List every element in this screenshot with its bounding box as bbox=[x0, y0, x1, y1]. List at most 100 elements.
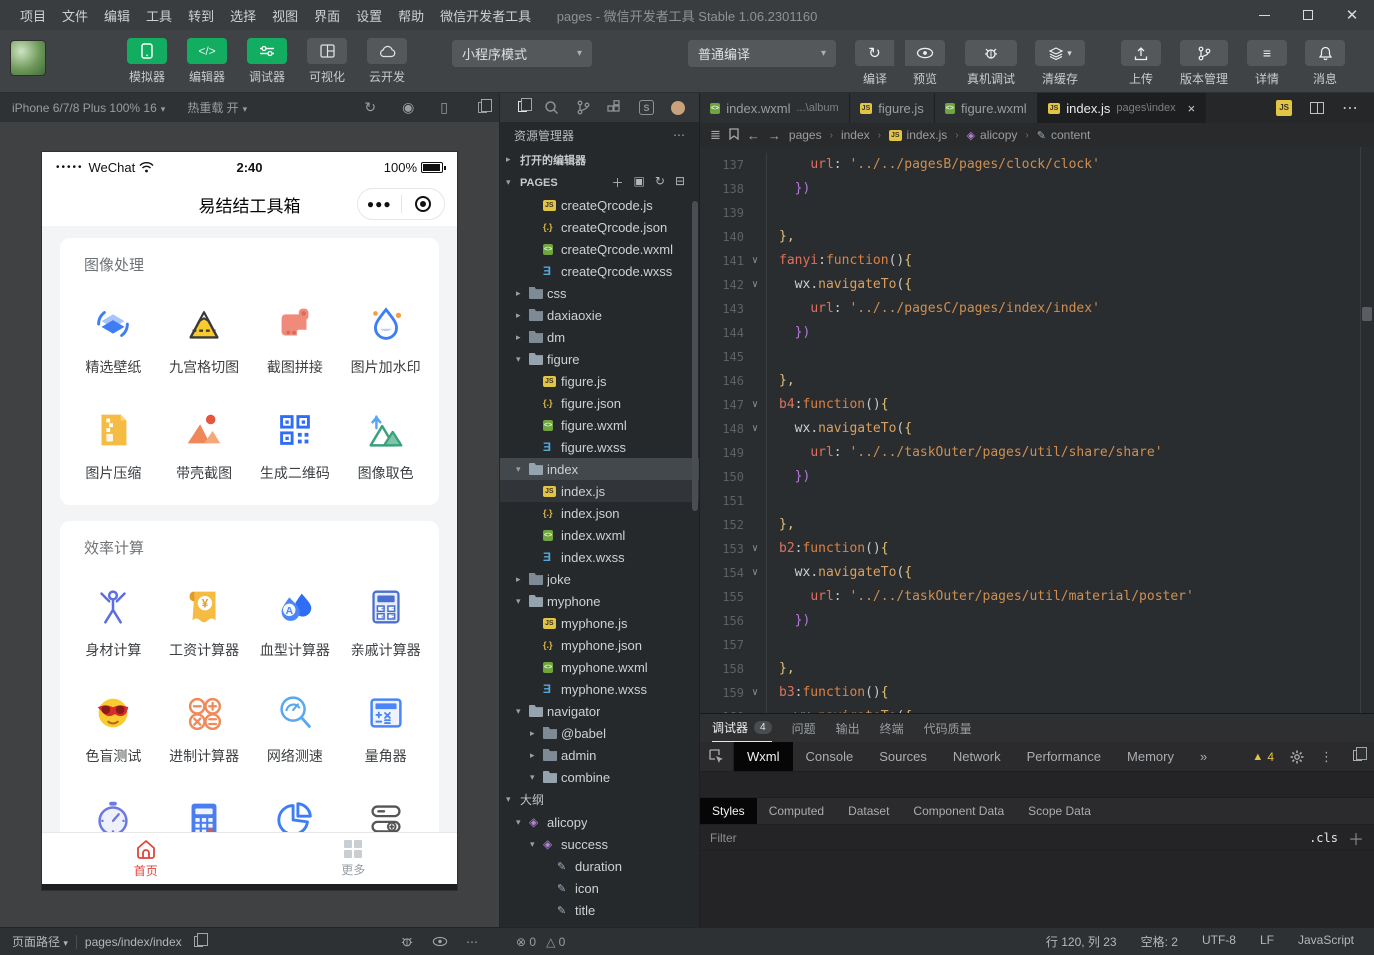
scrollbar-thumb[interactable] bbox=[1362, 307, 1372, 321]
status-item[interactable]: 空格: 2 bbox=[1141, 933, 1178, 950]
tree-item[interactable]: css bbox=[500, 282, 699, 304]
tab-network[interactable]: Network bbox=[940, 742, 1014, 771]
compile-mode-select[interactable]: 普通编译 ▾ bbox=[688, 40, 836, 67]
menu-item[interactable]: 项目 bbox=[12, 6, 54, 25]
tree-item[interactable]: myphone.wxml bbox=[500, 656, 699, 678]
tree-item[interactable]: createQrcode.js bbox=[500, 194, 699, 216]
tab-component-data[interactable]: Component Data bbox=[901, 798, 1016, 824]
remote-debug-button[interactable]: 真机调试 bbox=[962, 40, 1020, 87]
menu-item[interactable]: 转到 bbox=[180, 6, 222, 25]
source-control-icon[interactable] bbox=[576, 100, 590, 115]
extension-paw-icon[interactable] bbox=[671, 101, 685, 115]
breadcrumb-indexjs[interactable]: JSindex.js bbox=[889, 128, 947, 142]
app-color-pick[interactable]: 图像取色 bbox=[340, 385, 431, 483]
tree-item[interactable]: myphone.wxss bbox=[500, 678, 699, 700]
outline-list-icon[interactable]: ≣ bbox=[710, 127, 721, 143]
search-icon[interactable] bbox=[544, 100, 559, 115]
tree-item[interactable]: myphone.json bbox=[500, 634, 699, 656]
menu-item[interactable]: 帮助 bbox=[390, 6, 432, 25]
tree-item[interactable]: admin bbox=[500, 744, 699, 766]
cls-button[interactable]: .cls bbox=[1309, 831, 1338, 845]
app-fullscreen-clock[interactable]: 全屏时钟 bbox=[68, 774, 159, 832]
tab-styles[interactable]: Styles bbox=[700, 798, 757, 824]
tab-scope-data[interactable]: Scope Data bbox=[1016, 798, 1103, 824]
add-style-icon[interactable]: ＋ bbox=[1348, 826, 1364, 850]
pages-section-header[interactable]: ▾ PAGES ＋ ▣ ↻ ⊟ bbox=[500, 171, 699, 194]
version-control-button[interactable]: 版本管理 bbox=[1176, 40, 1232, 87]
editor-toggle-button[interactable]: </> 编辑器 bbox=[184, 38, 230, 85]
app-wallpaper[interactable]: 精选壁纸 bbox=[68, 279, 159, 377]
app-protractor[interactable]: 量角器 bbox=[340, 668, 431, 766]
tab-sources[interactable]: Sources bbox=[866, 742, 940, 771]
simulator-toggle-button[interactable]: 模拟器 bbox=[124, 38, 170, 85]
refresh-explorer-icon[interactable]: ↻ bbox=[655, 174, 665, 191]
tree-item[interactable]: createQrcode.wxss bbox=[500, 260, 699, 282]
panel-tab[interactable]: 调试器 4 bbox=[712, 714, 772, 742]
maximize-button[interactable] bbox=[1286, 0, 1330, 30]
tree-item[interactable]: createQrcode.json bbox=[500, 216, 699, 238]
tab-home[interactable]: 首页 bbox=[42, 833, 250, 884]
outline-section-header[interactable]: ▾ 大纲 bbox=[500, 788, 699, 811]
js-mode-icon[interactable]: JS bbox=[1276, 100, 1292, 116]
menu-item[interactable]: 文件 bbox=[54, 6, 96, 25]
project-avatar[interactable] bbox=[10, 40, 46, 76]
breadcrumb-index[interactable]: index bbox=[841, 128, 870, 142]
app-timer[interactable]: 计时器 bbox=[159, 774, 250, 832]
menu-item[interactable]: 界面 bbox=[306, 6, 348, 25]
tree-item[interactable]: figure.wxml bbox=[500, 414, 699, 436]
tree-item[interactable]: figure.json bbox=[500, 392, 699, 414]
status-item[interactable]: LF bbox=[1260, 933, 1274, 950]
app-counter[interactable]: 计数器 bbox=[340, 774, 431, 832]
panel-tab[interactable]: 终端 bbox=[880, 714, 904, 742]
app-body-calc[interactable]: 身材计算 bbox=[68, 562, 159, 660]
visualize-toggle-button[interactable]: 可视化 bbox=[304, 38, 350, 85]
undock-icon[interactable] bbox=[1349, 749, 1362, 764]
warning-count[interactable]: ▲4 bbox=[1252, 750, 1274, 764]
app-shell-shot[interactable]: 带壳截图 bbox=[159, 385, 250, 483]
tree-item[interactable]: figure.wxss bbox=[500, 436, 699, 458]
tab-figure-js[interactable]: JS figure.js bbox=[850, 93, 935, 123]
tab-index-wxml[interactable]: <> index.wxml ...\album bbox=[700, 93, 850, 123]
menu-item[interactable]: 微信开发者工具 bbox=[432, 6, 539, 25]
styles-content[interactable] bbox=[700, 851, 1374, 927]
tree-item[interactable]: myphone bbox=[500, 590, 699, 612]
eye-icon[interactable] bbox=[432, 936, 448, 947]
tree-item[interactable]: index.js bbox=[500, 480, 699, 502]
outline-item[interactable]: title bbox=[500, 899, 699, 921]
details-button[interactable]: ≡ 详情 bbox=[1244, 40, 1290, 87]
status-item[interactable]: 行 120, 列 23 bbox=[1046, 933, 1117, 950]
app-grid-cut[interactable]: 九宫格切图 bbox=[159, 279, 250, 377]
app-blood-calc[interactable]: A 血型计算器 bbox=[250, 562, 341, 660]
messages-button[interactable]: 消息 bbox=[1302, 40, 1348, 87]
app-base-calc[interactable]: 进制计算器 bbox=[159, 668, 250, 766]
outline-item[interactable]: success bbox=[500, 833, 699, 855]
more-actions-icon[interactable]: ⋯ bbox=[673, 128, 685, 142]
app-compress[interactable]: 图片压缩 bbox=[68, 385, 159, 483]
snippets-icon[interactable]: S bbox=[639, 100, 654, 115]
tree-item[interactable]: index.json bbox=[500, 502, 699, 524]
inspect-element-icon[interactable] bbox=[700, 742, 734, 771]
tab-memory[interactable]: Memory bbox=[1114, 742, 1187, 771]
menu-item[interactable]: 工具 bbox=[138, 6, 180, 25]
tab-index-js[interactable]: JS index.js pages\index × bbox=[1038, 93, 1207, 123]
tree-item[interactable]: combine bbox=[500, 766, 699, 788]
cloud-dev-button[interactable]: 云开发 bbox=[364, 38, 410, 85]
mode-select[interactable]: 小程序模式 ▾ bbox=[452, 40, 592, 67]
page-path-value[interactable]: pages/index/index bbox=[85, 935, 182, 949]
device-frame-icon[interactable]: ▯ bbox=[440, 99, 448, 116]
back-icon[interactable]: ← bbox=[747, 128, 760, 143]
editor-scrollbar[interactable] bbox=[1360, 147, 1374, 713]
kebab-menu-icon[interactable]: ⋮ bbox=[1320, 749, 1333, 765]
status-item[interactable]: JavaScript bbox=[1298, 933, 1354, 950]
tab-dataset[interactable]: Dataset bbox=[836, 798, 901, 824]
tree-item[interactable]: myphone.js bbox=[500, 612, 699, 634]
tree-item[interactable]: index bbox=[500, 458, 699, 480]
app-watermark[interactable]: 图片加水印 bbox=[340, 279, 431, 377]
upload-button[interactable]: 上传 bbox=[1118, 40, 1164, 87]
clear-cache-button[interactable]: ▾ 清缓存 bbox=[1032, 40, 1088, 87]
rotate-icon[interactable]: ↻ bbox=[364, 99, 376, 116]
more-menu-button[interactable]: ●●● bbox=[358, 197, 401, 211]
app-color-blind[interactable]: 色盲测试 bbox=[68, 668, 159, 766]
more-tabs-icon[interactable]: » bbox=[1187, 742, 1220, 771]
hot-reload-toggle[interactable]: 热重载 开▾ bbox=[187, 99, 247, 116]
